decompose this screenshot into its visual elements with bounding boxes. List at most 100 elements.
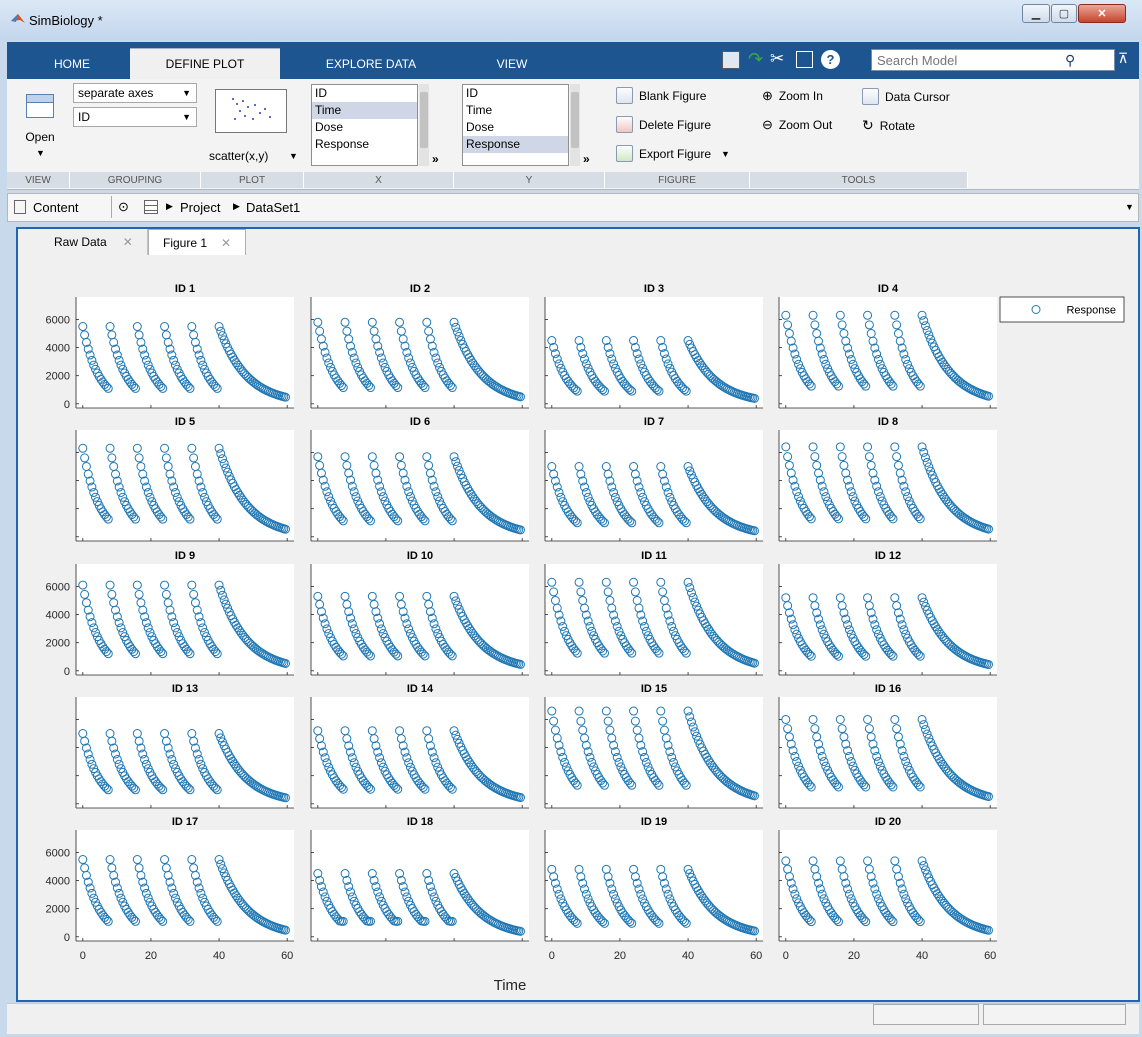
content-button[interactable]: Content	[33, 200, 79, 215]
y-tick-label: 0	[64, 666, 70, 678]
section-label-y: Y	[454, 172, 605, 188]
cut-icon[interactable]: ✂	[770, 49, 784, 69]
data-cursor-button[interactable]: Data Cursor	[862, 88, 950, 105]
open-button[interactable]: Open ▼	[12, 84, 68, 170]
grouping-variable-select[interactable]: ID ▼	[73, 107, 197, 127]
search-input[interactable]	[871, 49, 1115, 71]
close-tab-icon[interactable]: ✕	[123, 235, 133, 249]
tab-home[interactable]: HOME	[20, 48, 124, 79]
blank-figure-icon	[616, 87, 633, 104]
y-more-icon[interactable]: »	[583, 152, 590, 166]
rotate-button[interactable]: ↻ Rotate	[862, 117, 915, 134]
address-dropdown-icon[interactable]: ▼	[1125, 202, 1134, 212]
section-label-tools: TOOLS	[750, 172, 968, 188]
close-tab-icon[interactable]: ✕	[221, 236, 231, 250]
tab-explore-data[interactable]: EXPLORE DATA	[286, 48, 456, 79]
grouping-mode-value: separate axes	[78, 86, 154, 100]
x-list-item[interactable]: ID	[312, 85, 417, 102]
save-icon[interactable]	[722, 51, 740, 69]
plot-type-button[interactable]: scatter(x,y) ▼	[205, 84, 299, 168]
window-icon[interactable]	[796, 51, 813, 68]
x-list-scrollbar[interactable]	[419, 84, 429, 166]
section-label-x: X	[304, 172, 454, 188]
data-cursor-label: Data Cursor	[885, 89, 950, 104]
section-label-grouping: GROUPING	[70, 172, 201, 188]
subplot-title: ID 1	[175, 283, 195, 295]
plot-type-dropdown-icon: ▼	[289, 151, 298, 161]
figure-canvas[interactable]: ID 10200040006000ID 2 ID 3 ID 4ID 5 ID 6 ID …	[18, 258, 1138, 1000]
y-list-scrollbar[interactable]	[570, 84, 580, 166]
history-dropdown-icon[interactable]: ⊙	[118, 199, 129, 215]
title-bar	[0, 0, 1142, 40]
x-more-icon[interactable]: »	[432, 152, 439, 166]
plot-type-label: scatter(x,y)	[209, 149, 269, 163]
export-figure-button[interactable]: Export Figure ▼	[616, 145, 730, 162]
y-tick-label: 0	[64, 932, 70, 944]
subplot-axes	[545, 564, 763, 675]
delete-figure-label: Delete Figure	[639, 117, 712, 132]
x-variable-list[interactable]: ID Time Dose Response	[311, 84, 418, 166]
delete-figure-icon	[616, 116, 633, 133]
subplot-title: ID 16	[875, 683, 901, 695]
minimize-icon: ▁	[1031, 8, 1041, 20]
matlab-logo-icon	[11, 14, 25, 23]
y-variable-list[interactable]: ID Time Dose Response	[462, 84, 569, 166]
y-tick-label: 6000	[46, 314, 70, 326]
tab-define-plot[interactable]: DEFINE PLOT	[130, 48, 280, 79]
y-list-item[interactable]: Time	[463, 102, 568, 119]
maximize-button[interactable]: ▢	[1051, 4, 1077, 23]
zoom-out-button[interactable]: ⊖ Zoom Out	[762, 117, 832, 133]
doc-tab-raw-data[interactable]: Raw Data ✕	[40, 229, 148, 255]
x-tick-label: 40	[916, 950, 928, 962]
breadcrumb-project[interactable]: Project	[180, 200, 220, 215]
subplot-title: ID 9	[175, 550, 195, 562]
subplot-title: ID 5	[175, 416, 195, 428]
y-list-item[interactable]: Dose	[463, 119, 568, 136]
section-label-figure: FIGURE	[605, 172, 750, 188]
zoom-in-icon: ⊕	[762, 88, 773, 103]
scatter-preview-icon	[215, 89, 287, 133]
tab-view[interactable]: VIEW	[460, 48, 564, 79]
subplot-axes	[545, 697, 763, 808]
y-list-item[interactable]: ID	[463, 85, 568, 102]
open-label: Open	[25, 130, 55, 144]
subplot-title: ID 6	[410, 416, 430, 428]
subplot-title: ID 17	[172, 816, 198, 828]
x-list-item[interactable]: Response	[312, 136, 417, 153]
collapse-ribbon-icon[interactable]: ⊼	[1118, 50, 1128, 67]
doc-tab-figure-1[interactable]: Figure 1 ✕	[148, 229, 246, 255]
x-tick-label: 0	[549, 950, 555, 962]
x-list-item[interactable]: Dose	[312, 119, 417, 136]
data-cursor-icon	[862, 88, 879, 105]
grouping-mode-select[interactable]: separate axes ▼	[73, 83, 197, 103]
help-icon[interactable]: ?	[821, 50, 840, 69]
legend-label: Response	[1066, 305, 1116, 317]
x-tick-label: 40	[682, 950, 694, 962]
search-icon[interactable]: ⚲	[1065, 52, 1075, 69]
subplot-title: ID 8	[878, 416, 898, 428]
x-tick-label: 20	[145, 950, 157, 962]
close-window-button[interactable]: ✕	[1078, 4, 1126, 23]
export-figure-icon	[616, 145, 633, 162]
subplot-axes	[76, 564, 294, 675]
status-field	[983, 1004, 1126, 1025]
close-icon: ✕	[1097, 8, 1107, 20]
breadcrumb-dataset[interactable]: DataSet1	[246, 200, 300, 215]
x-tick-label: 0	[80, 950, 86, 962]
search-dropdown-icon[interactable]: ▼	[1083, 55, 1092, 65]
x-axis-label: Time	[494, 977, 527, 994]
minimize-button[interactable]: ▁	[1022, 4, 1050, 23]
content-icon	[14, 200, 26, 214]
y-tick-label: 2000	[46, 638, 70, 650]
y-list-item-selected[interactable]: Response	[463, 136, 568, 153]
x-tick-label: 20	[848, 950, 860, 962]
rotate-label: Rotate	[879, 118, 916, 133]
zoom-in-button[interactable]: ⊕ Zoom In	[762, 88, 823, 104]
x-list-item-selected[interactable]: Time	[312, 102, 417, 119]
subplot-axes	[76, 430, 294, 541]
y-tick-label: 4000	[46, 343, 70, 355]
redo-icon[interactable]: ↷	[748, 49, 763, 70]
delete-figure-button[interactable]: Delete Figure	[616, 116, 711, 133]
subplot-title: ID 18	[407, 816, 433, 828]
blank-figure-button[interactable]: Blank Figure	[616, 87, 706, 104]
